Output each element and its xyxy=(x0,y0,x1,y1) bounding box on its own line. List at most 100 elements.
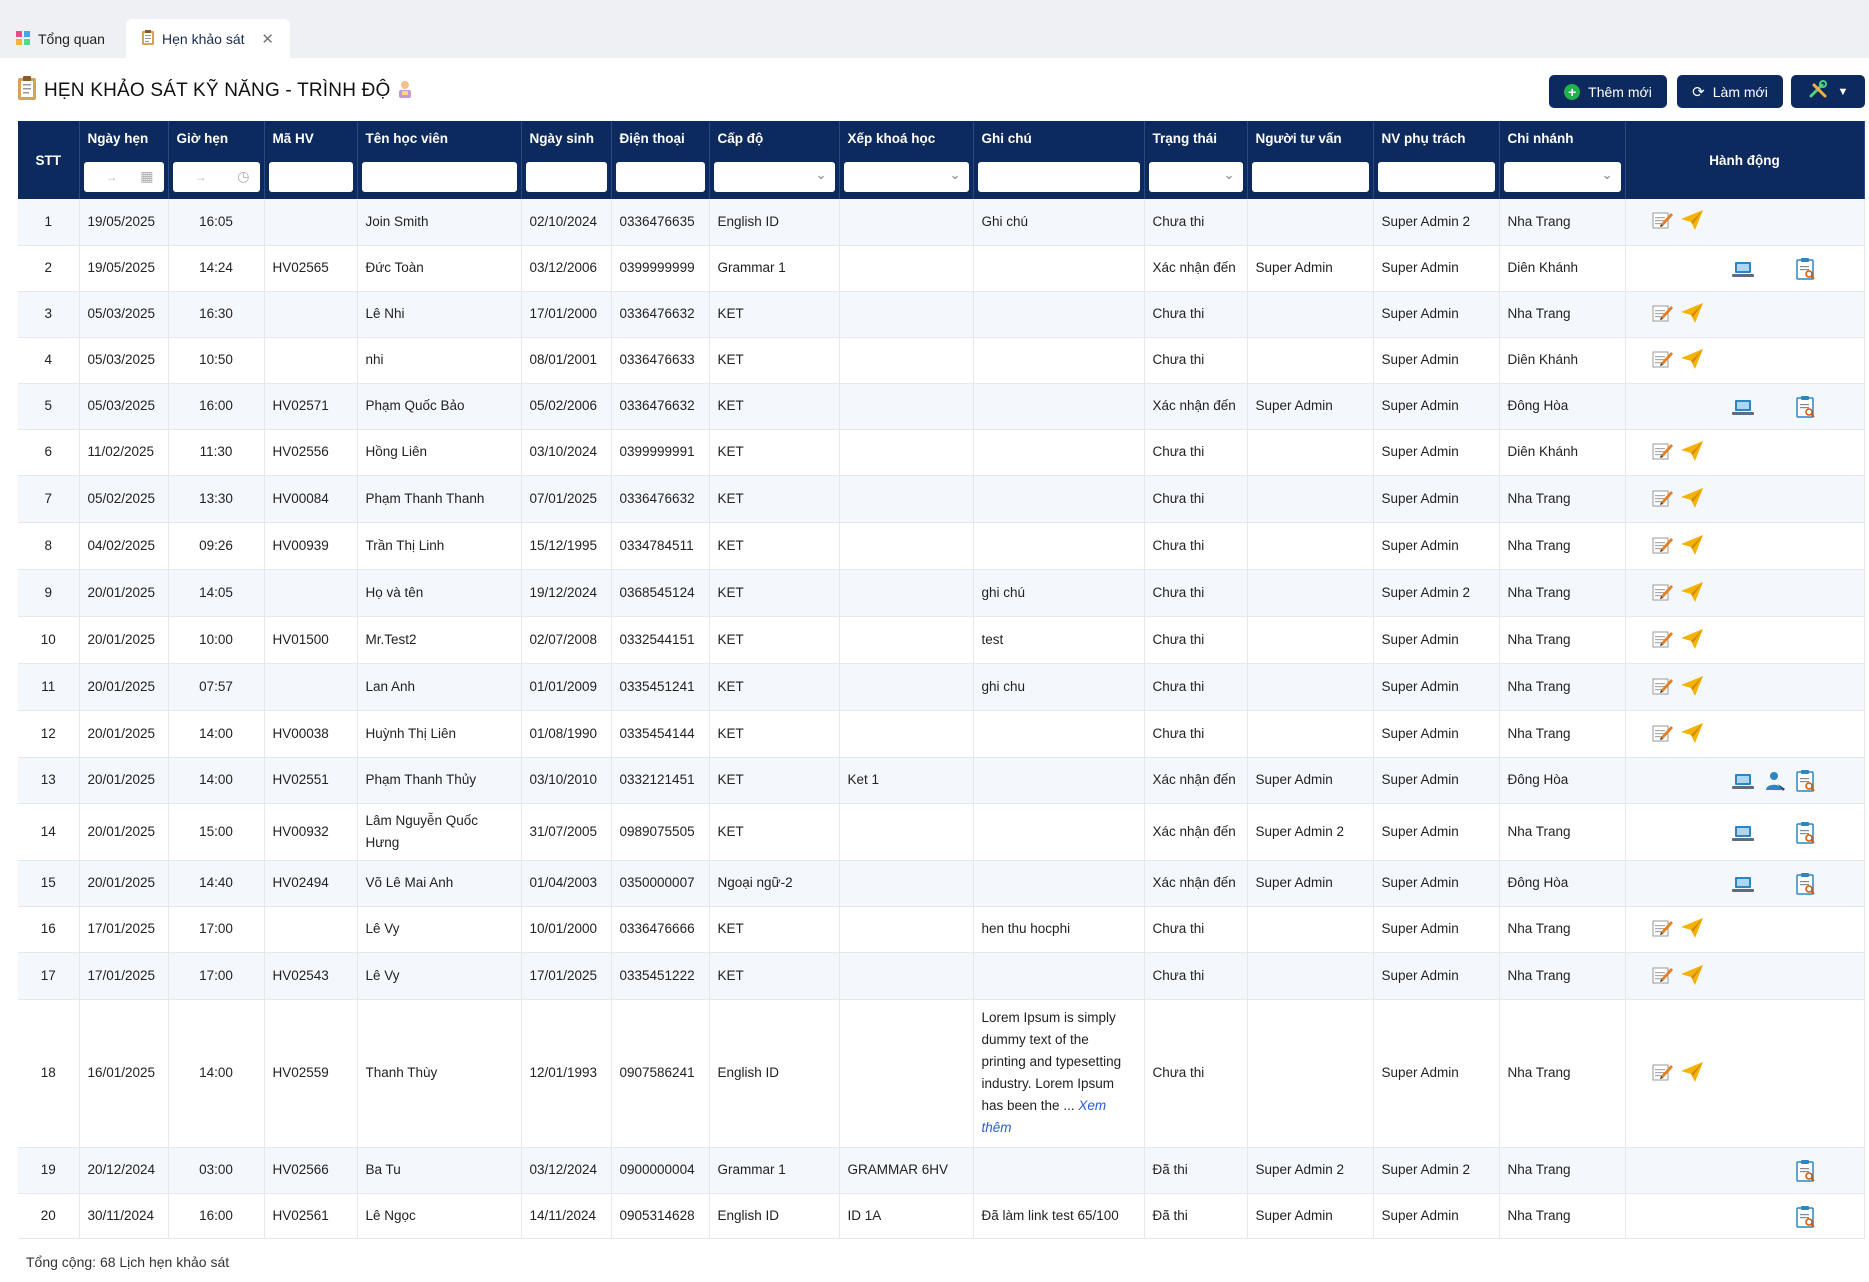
send-icon[interactable] xyxy=(1680,628,1704,654)
tab-overview[interactable]: Tổng quan xyxy=(16,19,105,58)
filter-course-select[interactable]: ⌄ xyxy=(839,159,974,199)
edit-icon[interactable] xyxy=(1652,676,1674,700)
laptop-icon[interactable] xyxy=(1731,261,1754,283)
edit-icon[interactable] xyxy=(1652,582,1674,606)
tab-survey[interactable]: Hẹn khảo sát ✕ xyxy=(126,19,290,58)
send-icon[interactable] xyxy=(1680,348,1704,374)
table-row[interactable]: 9 20/01/2025 14:05 Họ và tên 19/12/2024 03685… xyxy=(18,569,1865,617)
report-icon[interactable] xyxy=(1795,769,1816,796)
filter-date-range[interactable]: → ▦ xyxy=(79,159,169,199)
filter-branch-select[interactable]: ⌄ xyxy=(1499,159,1626,199)
table-row[interactable]: 17 17/01/2025 17:00 HV02543 Lê Vy 17/01/2025 0… xyxy=(18,952,1865,1000)
report-icon[interactable] xyxy=(1795,1205,1816,1232)
student-name-cell: nhi xyxy=(357,337,522,384)
send-icon[interactable] xyxy=(1680,722,1704,748)
send-icon[interactable] xyxy=(1680,209,1704,235)
column-header-student-code[interactable]: Mã HV xyxy=(264,121,358,159)
close-icon[interactable]: ✕ xyxy=(261,30,274,48)
table-row[interactable]: 7 05/02/2025 13:30 HV00084 Phạm Thanh Thanh 0… xyxy=(18,475,1865,523)
filter-phone[interactable] xyxy=(611,159,710,199)
send-icon[interactable] xyxy=(1680,675,1704,701)
send-icon[interactable] xyxy=(1680,581,1704,607)
table-row[interactable]: 3 05/03/2025 16:30 Lê Nhi 17/01/2000 03364766… xyxy=(18,291,1865,338)
column-header-phone[interactable]: Điện thoại xyxy=(611,121,710,159)
filter-level-select[interactable]: ⌄ xyxy=(709,159,840,199)
laptop-icon[interactable] xyxy=(1731,399,1754,421)
column-header-staff[interactable]: NV phụ trách xyxy=(1373,121,1500,159)
column-header-note[interactable]: Ghi chú xyxy=(973,121,1145,159)
filter-dob[interactable] xyxy=(521,159,612,199)
edit-icon[interactable] xyxy=(1652,1062,1674,1086)
column-header-branch[interactable]: Chi nhánh xyxy=(1499,121,1626,159)
table-row[interactable]: 10 20/01/2025 10:00 HV01500 Mr.Test2 02/07/20… xyxy=(18,616,1865,664)
status-cell: Chưa thi xyxy=(1144,199,1248,246)
send-icon[interactable] xyxy=(1680,534,1704,560)
send-icon[interactable] xyxy=(1680,917,1704,943)
filter-time-range[interactable]: → ◷ xyxy=(168,159,265,199)
send-icon[interactable] xyxy=(1680,964,1704,990)
table-row[interactable]: 6 11/02/2025 11:30 HV02556 Hồng Liên 03/10/20… xyxy=(18,429,1865,476)
table-row[interactable]: 12 20/01/2025 14:00 HV00038 Huỳnh Thị Liên 01… xyxy=(18,710,1865,758)
filter-staff[interactable] xyxy=(1373,159,1500,199)
filter-note[interactable] xyxy=(973,159,1145,199)
column-header-student-name[interactable]: Tên học viên xyxy=(357,121,522,159)
column-header-date[interactable]: Ngày hẹn xyxy=(79,121,169,159)
table-row[interactable]: 18 16/01/2025 14:00 HV02559 Thanh Thùy 12/01/… xyxy=(18,999,1865,1148)
student-name-cell: Join Smith xyxy=(357,199,522,246)
send-icon[interactable] xyxy=(1680,302,1704,328)
filter-student-code[interactable] xyxy=(264,159,358,199)
send-icon[interactable] xyxy=(1680,487,1704,513)
edit-icon[interactable] xyxy=(1652,965,1674,989)
laptop-icon[interactable] xyxy=(1731,876,1754,898)
filter-student-name[interactable] xyxy=(357,159,522,199)
edit-icon[interactable] xyxy=(1652,303,1674,327)
report-icon[interactable] xyxy=(1795,872,1816,899)
column-header-course[interactable]: Xếp khoá học xyxy=(839,121,974,159)
report-icon[interactable] xyxy=(1795,257,1816,284)
table-row[interactable]: 1 19/05/2025 16:05 Join Smith 02/10/2024 0336… xyxy=(18,199,1865,246)
time-cell: 17:00 xyxy=(168,952,265,1000)
column-header-dob[interactable]: Ngày sinh xyxy=(521,121,612,159)
edit-icon[interactable] xyxy=(1652,349,1674,373)
add-new-button[interactable]: + Thêm mới xyxy=(1549,75,1667,108)
advisor-cell: Super Admin 2 xyxy=(1247,1147,1374,1194)
report-icon[interactable] xyxy=(1795,1159,1816,1186)
table-row[interactable]: 15 20/01/2025 14:40 HV02494 Võ Lê Mai Anh 01/… xyxy=(18,860,1865,907)
table-row[interactable]: 5 05/03/2025 16:00 HV02571 Phạm Quốc Bảo 05/0… xyxy=(18,383,1865,430)
table-row[interactable]: 4 05/03/2025 10:50 nhi 08/01/2001 0336476633 K… xyxy=(18,337,1865,384)
table-row[interactable]: 8 04/02/2025 09:26 HV00939 Trần Thị Linh 15/1… xyxy=(18,522,1865,570)
date-cell: 19/05/2025 xyxy=(79,199,169,246)
column-header-level[interactable]: Cấp độ xyxy=(709,121,840,159)
table-row[interactable]: 11 20/01/2025 07:57 Lan Anh 01/01/2009 033545… xyxy=(18,663,1865,711)
edit-icon[interactable] xyxy=(1652,918,1674,942)
edit-icon[interactable] xyxy=(1652,441,1674,465)
edit-icon[interactable] xyxy=(1652,488,1674,512)
refresh-button[interactable]: ⟳ Làm mới xyxy=(1677,75,1783,108)
edit-icon[interactable] xyxy=(1652,535,1674,559)
report-icon[interactable] xyxy=(1795,395,1816,422)
laptop-icon[interactable] xyxy=(1731,773,1754,795)
send-icon[interactable] xyxy=(1680,440,1704,466)
column-header-time[interactable]: Giờ hẹn xyxy=(168,121,265,159)
tools-dropdown-button[interactable]: ▼ xyxy=(1791,75,1865,108)
teacher-icon xyxy=(397,80,413,103)
column-header-status[interactable]: Trạng thái xyxy=(1144,121,1248,159)
column-header-advisor[interactable]: Người tư vấn xyxy=(1247,121,1374,159)
table-row[interactable]: 19 20/12/2024 03:00 HV02566 Ba Tu 03/12/2024 0… xyxy=(18,1147,1865,1194)
report-icon[interactable] xyxy=(1795,821,1816,848)
edit-icon[interactable] xyxy=(1652,210,1674,234)
table-row[interactable]: 2 19/05/2025 14:24 HV02565 Đức Toàn 03/12/200… xyxy=(18,245,1865,292)
filter-status-select[interactable]: ⌄ xyxy=(1144,159,1248,199)
table-row[interactable]: 13 20/01/2025 14:00 HV02551 Phạm Thanh Thủy 0… xyxy=(18,757,1865,804)
chevron-down-icon: ⌄ xyxy=(1223,167,1235,182)
table-row[interactable]: 16 17/01/2025 17:00 Lê Vy 10/01/2000 03364766… xyxy=(18,906,1865,953)
table-row[interactable]: 14 20/01/2025 15:00 HV00932 Lâm Nguyễn Quốc … xyxy=(18,803,1865,861)
assign-user-icon[interactable] xyxy=(1764,770,1786,796)
laptop-icon[interactable] xyxy=(1731,825,1754,847)
actions-cell xyxy=(1625,803,1865,861)
table-row[interactable]: 20 30/11/2024 16:00 HV02561 Lê Ngọc 14/11/202… xyxy=(18,1193,1865,1239)
edit-icon[interactable] xyxy=(1652,629,1674,653)
edit-icon[interactable] xyxy=(1652,723,1674,747)
send-icon[interactable] xyxy=(1680,1061,1704,1087)
filter-advisor[interactable] xyxy=(1247,159,1374,199)
